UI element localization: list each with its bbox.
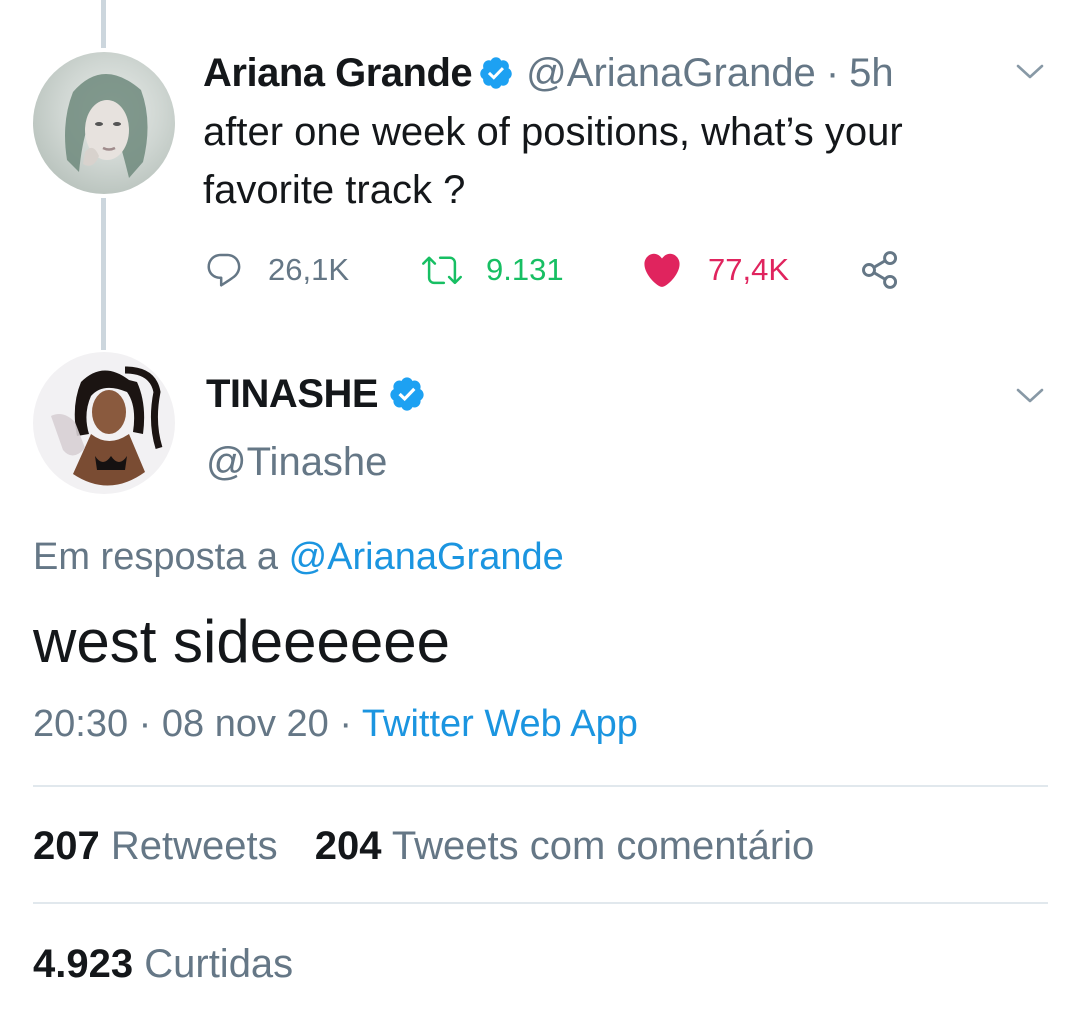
tweet-header-tinashe: TINASHE: [206, 368, 426, 420]
thread-line-bottom: [101, 198, 106, 350]
tweet-meta: 20:30 · 08 nov 20 · Twitter Web App: [33, 698, 638, 750]
avatar-portrait-illustration: [65, 73, 148, 178]
tweet-source-link[interactable]: Twitter Web App: [362, 703, 638, 745]
quotes-count: 204: [314, 824, 382, 868]
handle[interactable]: @Tinashe: [206, 438, 387, 486]
handle[interactable]: @ArianaGrande: [526, 51, 816, 96]
reply-to-link[interactable]: @ArianaGrande: [289, 536, 564, 578]
stats-row: 207 Retweets 204 Tweets com comentário: [33, 820, 814, 872]
like-count: 77,4K: [708, 252, 790, 287]
meta-separator: ·: [138, 703, 162, 745]
thread-line-top: [101, 0, 106, 48]
tweet-time[interactable]: 5h: [849, 51, 894, 96]
chevron-down-icon[interactable]: [1014, 60, 1046, 84]
reply-action[interactable]: 26,1K: [204, 248, 349, 292]
retweet-icon: [422, 256, 462, 285]
tweet-time[interactable]: 20:30: [33, 703, 128, 745]
avatar-ariana[interactable]: [33, 52, 175, 194]
reply-tweet-text: west sideeeeee: [33, 608, 450, 675]
share-action[interactable]: [858, 248, 902, 292]
reply-icon: [207, 253, 241, 287]
like-action[interactable]: 77,4K: [640, 248, 789, 292]
display-name[interactable]: TINASHE: [206, 372, 379, 417]
retweet-action[interactable]: 9.131: [420, 248, 564, 292]
retweets-label: Retweets: [110, 824, 278, 868]
tweet-date[interactable]: 08 nov 20: [162, 703, 329, 745]
display-name[interactable]: Ariana Grande: [203, 51, 473, 96]
avatar-portrait-illustration: [51, 366, 163, 486]
likes-stat[interactable]: 4.923 Curtidas: [33, 938, 293, 990]
quotes-stat[interactable]: 204 Tweets com comentário: [315, 824, 815, 868]
chevron-down-icon[interactable]: [1014, 384, 1046, 408]
avatar-tinashe[interactable]: [33, 352, 175, 494]
verified-icon: [388, 375, 426, 413]
divider: [33, 785, 1048, 787]
divider: [33, 902, 1048, 904]
retweets-stat[interactable]: 207 Retweets: [33, 824, 289, 868]
share-icon: [862, 251, 898, 289]
tweet-header-ariana: Ariana Grande @ArianaGrande · 5h: [203, 46, 894, 100]
reply-context: Em resposta a @ArianaGrande: [33, 532, 564, 582]
heart-icon: [644, 253, 680, 287]
retweets-count: 207: [33, 824, 100, 868]
verified-icon: [478, 55, 514, 91]
reply-count: 26,1K: [268, 252, 350, 287]
likes-count: 4.923: [33, 942, 134, 986]
retweet-count: 9.131: [486, 252, 564, 287]
tweet-text-line-1: after one week of positions, what’s your: [203, 110, 903, 154]
quotes-label: Tweets com comentário: [391, 824, 815, 868]
meta-separator: ·: [339, 703, 362, 745]
meta-separator: ·: [825, 50, 840, 95]
tweet-text-line-2: favorite track ?: [203, 168, 466, 212]
likes-label: Curtidas: [144, 942, 294, 986]
reply-prefix: Em resposta a: [33, 536, 278, 578]
tweet-text-ariana: after one week of positions, what’s your…: [203, 103, 1043, 219]
